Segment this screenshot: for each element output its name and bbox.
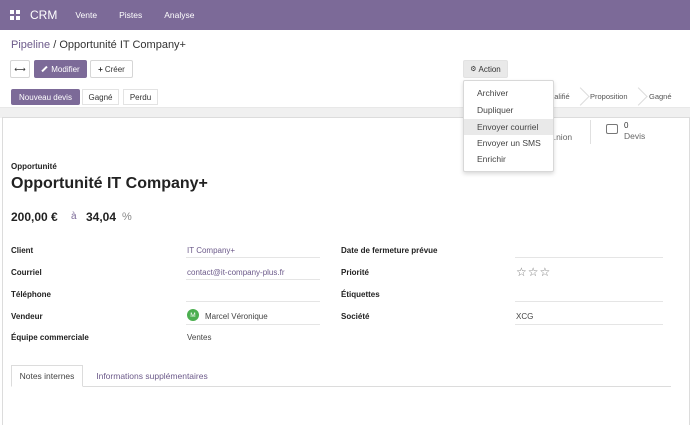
field-underline bbox=[186, 257, 320, 258]
menu-item-send-sms[interactable]: Envoyer un SMS bbox=[464, 135, 553, 151]
quotes-label: Devis bbox=[624, 131, 646, 141]
menu-item-duplicate[interactable]: Dupliquer bbox=[464, 102, 553, 118]
tab-extra-info[interactable]: Informations supplémentaires bbox=[91, 365, 213, 387]
breadcrumb: Pipeline / Opportunité IT Company+ bbox=[11, 39, 186, 51]
avatar: M bbox=[187, 309, 199, 321]
apps-grid-icon[interactable] bbox=[10, 10, 20, 20]
nav-item-sales[interactable]: Vente bbox=[75, 10, 97, 20]
gear-icon: ⚙ bbox=[470, 66, 477, 73]
mark-lost-button[interactable]: Perdu bbox=[123, 89, 158, 105]
notebook-tabs: Notes internes Informations supplémentai… bbox=[11, 365, 671, 387]
field-underline bbox=[186, 324, 320, 325]
new-quote-button[interactable]: Nouveau devis bbox=[11, 89, 80, 105]
stage-proposition[interactable]: Proposition bbox=[590, 92, 628, 101]
tab-internal-notes[interactable]: Notes internes bbox=[11, 365, 83, 387]
stat-divider bbox=[590, 120, 591, 144]
field-underline bbox=[515, 257, 663, 258]
nav-item-reporting[interactable]: Analyse bbox=[164, 10, 194, 20]
opportunity-title: Opportunité IT Company+ bbox=[11, 175, 208, 192]
mark-won-button[interactable]: Gagné bbox=[82, 89, 119, 105]
field-label-sales-team: Équipe commerciale bbox=[11, 333, 89, 342]
expand-icon: ⟷ bbox=[14, 64, 26, 74]
action-button[interactable]: ⚙ Action bbox=[463, 60, 508, 78]
form-type-label: Opportunité bbox=[11, 162, 57, 171]
status-bar: Nouveau devis Gagné Perdu ...alifié Prop… bbox=[0, 86, 690, 108]
action-dropdown-menu: Archiver Dupliquer Envoyer courriel Envo… bbox=[463, 80, 554, 172]
breadcrumb-current: Opportunité IT Company+ bbox=[59, 39, 186, 51]
top-navbar: CRM Vente Pistes Analyse bbox=[0, 0, 690, 30]
field-email-link[interactable]: contact@it-company-plus.fr bbox=[187, 268, 285, 277]
expand-button[interactable]: ⟷ bbox=[10, 60, 30, 78]
menu-item-archive[interactable]: Archiver bbox=[464, 85, 553, 101]
field-label-client: Client bbox=[11, 246, 34, 255]
pencil-icon bbox=[41, 65, 48, 73]
stage-chevron-icon bbox=[580, 87, 581, 107]
stage-won[interactable]: Gagné bbox=[649, 92, 672, 101]
breadcrumb-pipeline[interactable]: Pipeline bbox=[11, 39, 50, 51]
plus-icon: + bbox=[98, 64, 103, 74]
field-company-value[interactable]: XCG bbox=[516, 312, 533, 321]
menu-item-enrich[interactable]: Enrichir bbox=[464, 151, 553, 167]
app-brand[interactable]: CRM bbox=[30, 8, 57, 22]
breadcrumb-separator: / bbox=[50, 39, 60, 51]
nav-item-leads[interactable]: Pistes bbox=[119, 10, 142, 20]
field-label-phone: Téléphone bbox=[11, 290, 52, 299]
field-underline bbox=[186, 301, 320, 302]
field-sales-team-value[interactable]: Ventes bbox=[187, 333, 211, 342]
field-label-company: Société bbox=[341, 312, 370, 321]
field-underline bbox=[186, 279, 320, 280]
field-client-link[interactable]: IT Company+ bbox=[187, 246, 235, 255]
probability-value: 34,04 bbox=[86, 210, 117, 224]
quotes-count: 0 bbox=[624, 121, 629, 130]
action-button-label: Action bbox=[478, 64, 501, 74]
field-label-tags: Étiquettes bbox=[341, 290, 380, 299]
priority-star-icon[interactable]: ☆☆☆ bbox=[516, 265, 551, 279]
field-label-salesperson: Vendeur bbox=[11, 312, 43, 321]
expected-revenue: 200,00 € bbox=[11, 210, 58, 224]
edit-square-icon bbox=[606, 124, 618, 134]
create-button[interactable]: + Créer bbox=[90, 60, 133, 78]
percent-sign: % bbox=[122, 211, 132, 223]
edit-button-label: Modifier bbox=[51, 64, 80, 74]
revenue-at-label: à bbox=[71, 211, 77, 222]
menu-item-send-email[interactable]: Envoyer courriel bbox=[464, 119, 553, 135]
field-underline bbox=[515, 301, 663, 302]
edit-button[interactable]: Modifier bbox=[34, 60, 87, 78]
field-label-email: Courriel bbox=[11, 268, 42, 277]
stage-chevron-icon bbox=[638, 87, 639, 107]
create-button-label: Créer bbox=[104, 64, 125, 74]
field-label-priority: Priorité bbox=[341, 268, 370, 277]
field-underline bbox=[515, 324, 663, 325]
field-salesperson-value[interactable]: Marcel Véronique bbox=[205, 312, 268, 321]
field-label-close-date: Date de fermeture prévue bbox=[341, 246, 438, 255]
